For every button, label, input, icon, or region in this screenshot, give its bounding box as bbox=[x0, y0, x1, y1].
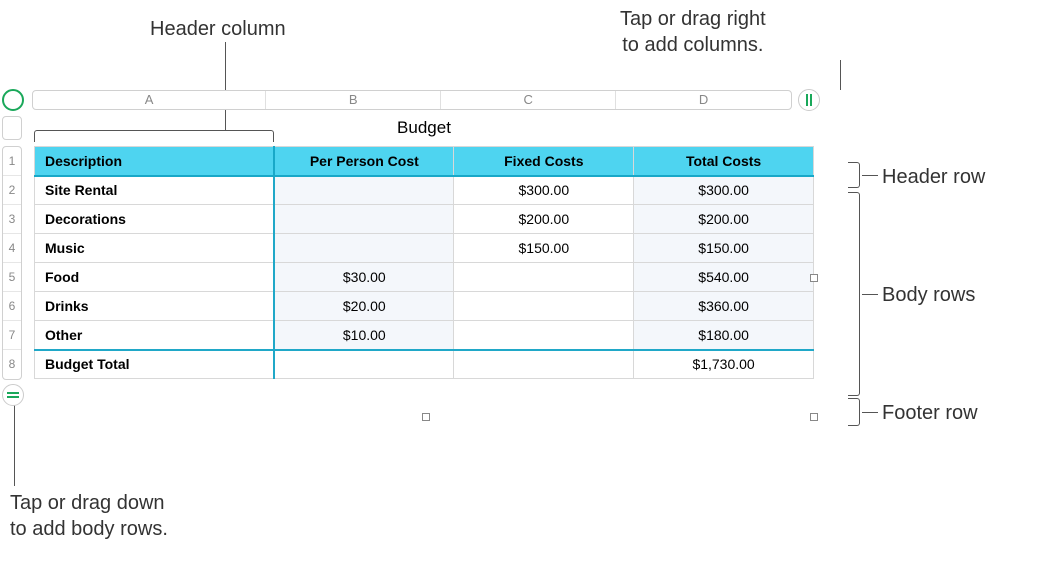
footer-row: Budget Total $1,730.00 bbox=[35, 350, 814, 379]
cell-desc[interactable]: Music bbox=[35, 234, 275, 263]
cell-total[interactable]: $300.00 bbox=[634, 176, 814, 205]
row-header-3[interactable]: 3 bbox=[3, 205, 21, 234]
cell-fixed[interactable] bbox=[454, 263, 634, 292]
table-row: Other $10.00 $180.00 bbox=[35, 321, 814, 350]
footer-desc[interactable]: Budget Total bbox=[35, 350, 275, 379]
column-ruler: A B C D bbox=[0, 88, 820, 112]
add-column-icon bbox=[806, 94, 812, 106]
cell-total[interactable]: $540.00 bbox=[634, 263, 814, 292]
cell-total[interactable]: $180.00 bbox=[634, 321, 814, 350]
resize-handle[interactable] bbox=[810, 413, 818, 421]
callout-body-rows: Body rows bbox=[882, 282, 975, 308]
cell-desc[interactable]: Site Rental bbox=[35, 176, 275, 205]
callout-add-rows: Tap or drag down to add body rows. bbox=[10, 490, 168, 542]
callout-footer-row: Footer row bbox=[882, 400, 978, 426]
cell-pp[interactable]: $20.00 bbox=[274, 292, 454, 321]
cell-desc[interactable]: Other bbox=[35, 321, 275, 350]
row-ruler-spacer bbox=[2, 116, 22, 140]
callout-header-column: Header column bbox=[150, 16, 286, 42]
table-row: Decorations $200.00 $200.00 bbox=[35, 205, 814, 234]
add-row-icon bbox=[7, 392, 19, 398]
column-header-A[interactable]: A bbox=[33, 91, 266, 109]
cell-pp[interactable]: $30.00 bbox=[274, 263, 454, 292]
header-cell-per-person[interactable]: Per Person Cost bbox=[274, 147, 454, 176]
cell-fixed[interactable]: $150.00 bbox=[454, 234, 634, 263]
callout-add-columns: Tap or drag right to add columns. bbox=[620, 6, 766, 58]
table-row: Food $30.00 $540.00 bbox=[35, 263, 814, 292]
footer-pp[interactable] bbox=[274, 350, 454, 379]
cell-desc[interactable]: Food bbox=[35, 263, 275, 292]
header-cell-description[interactable]: Description bbox=[35, 147, 275, 176]
cell-pp[interactable] bbox=[274, 205, 454, 234]
table-row: Music $150.00 $150.00 bbox=[35, 234, 814, 263]
cell-desc[interactable]: Drinks bbox=[35, 292, 275, 321]
row-header-2[interactable]: 2 bbox=[3, 176, 21, 205]
header-cell-total[interactable]: Total Costs bbox=[634, 147, 814, 176]
cell-total[interactable]: $360.00 bbox=[634, 292, 814, 321]
cell-total[interactable]: $200.00 bbox=[634, 205, 814, 234]
cell-pp[interactable] bbox=[274, 176, 454, 205]
cell-pp[interactable]: $10.00 bbox=[274, 321, 454, 350]
cell-total[interactable]: $150.00 bbox=[634, 234, 814, 263]
cell-desc[interactable]: Decorations bbox=[35, 205, 275, 234]
column-header-D[interactable]: D bbox=[616, 91, 791, 109]
header-row: Description Per Person Cost Fixed Costs … bbox=[35, 147, 814, 176]
row-header-8[interactable]: 8 bbox=[3, 350, 21, 379]
budget-table: Description Per Person Cost Fixed Costs … bbox=[34, 146, 814, 379]
footer-total[interactable]: $1,730.00 bbox=[634, 350, 814, 379]
callout-header-row: Header row bbox=[882, 164, 985, 190]
resize-handle[interactable] bbox=[422, 413, 430, 421]
header-cell-fixed[interactable]: Fixed Costs bbox=[454, 147, 634, 176]
table-select-handle[interactable] bbox=[2, 89, 24, 111]
table-row: Drinks $20.00 $360.00 bbox=[35, 292, 814, 321]
footer-fixed[interactable] bbox=[454, 350, 634, 379]
table-title[interactable]: Budget bbox=[34, 118, 814, 138]
add-row-handle[interactable] bbox=[2, 384, 24, 406]
row-header-1[interactable]: 1 bbox=[3, 147, 21, 176]
table-row: Site Rental $300.00 $300.00 bbox=[35, 176, 814, 205]
cell-fixed[interactable]: $300.00 bbox=[454, 176, 634, 205]
cell-fixed[interactable]: $200.00 bbox=[454, 205, 634, 234]
column-header-C[interactable]: C bbox=[441, 91, 616, 109]
resize-handle[interactable] bbox=[810, 274, 818, 282]
cell-fixed[interactable] bbox=[454, 321, 634, 350]
add-column-handle[interactable] bbox=[798, 89, 820, 111]
column-header-B[interactable]: B bbox=[266, 91, 441, 109]
row-ruler: 1 2 3 4 5 6 7 8 bbox=[2, 146, 22, 380]
row-header-7[interactable]: 7 bbox=[3, 321, 21, 350]
row-header-6[interactable]: 6 bbox=[3, 292, 21, 321]
row-header-5[interactable]: 5 bbox=[3, 263, 21, 292]
cell-pp[interactable] bbox=[274, 234, 454, 263]
cell-fixed[interactable] bbox=[454, 292, 634, 321]
row-header-4[interactable]: 4 bbox=[3, 234, 21, 263]
spreadsheet-area: A B C D 1 2 3 4 5 6 7 8 Budget Descripti… bbox=[0, 88, 820, 112]
